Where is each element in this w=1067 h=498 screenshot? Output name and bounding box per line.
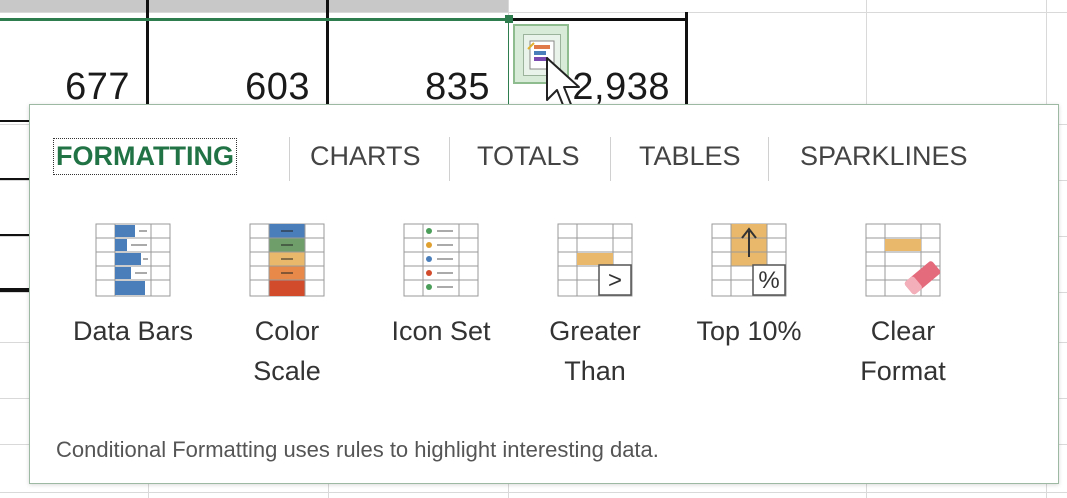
cell-value[interactable]: 603	[232, 66, 310, 109]
tab-formatting[interactable]: FORMATTING	[53, 138, 237, 175]
data-bars-button[interactable]: Data Bars	[58, 223, 208, 351]
clear-format-icon	[865, 223, 941, 297]
greater-than-label: Greater Than	[549, 316, 641, 386]
selection-border	[0, 18, 510, 21]
tab-totals[interactable]: TOTALS	[477, 141, 580, 172]
greater-than-icon: >	[557, 223, 633, 297]
icon-set-label: Icon Set	[391, 316, 491, 346]
data-bars-icon	[95, 223, 171, 297]
data-bars-label: Data Bars	[72, 316, 194, 346]
row-band	[0, 0, 508, 12]
color-scale-label: Color Scale	[253, 316, 321, 386]
clear-format-label: Clear Format	[860, 316, 946, 386]
icon-set-icon	[403, 223, 479, 297]
cell-value[interactable]: 677	[58, 66, 130, 109]
color-scale-button[interactable]: Color Scale	[212, 223, 362, 391]
tab-tables[interactable]: TABLES	[639, 141, 741, 172]
greater-than-badge: >	[607, 267, 622, 294]
percent-badge: %	[758, 267, 780, 294]
clear-format-button[interactable]: Clear Format	[828, 223, 978, 391]
top-10-percent-button[interactable]: % Top 10%	[674, 223, 824, 351]
quick-analysis-panel: FORMATTING CHARTS TOTALS TABLES SPARKLIN…	[29, 104, 1059, 484]
fill-handle[interactable]	[505, 15, 513, 23]
description-text: Conditional Formatting uses rules to hig…	[56, 437, 659, 462]
top-10-percent-label: Top 10%	[696, 316, 802, 346]
icon-set-button[interactable]: Icon Set	[366, 223, 516, 351]
tab-charts[interactable]: CHARTS	[310, 141, 421, 172]
color-scale-icon	[249, 223, 325, 297]
formatting-options: Data Bars Color Scale Icon Set > Greater…	[30, 223, 1060, 403]
cell-value[interactable]: 835	[412, 66, 490, 109]
top-10-percent-icon: %	[711, 223, 787, 297]
tab-sparklines[interactable]: SPARKLINES	[800, 141, 968, 172]
greater-than-button[interactable]: > Greater Than	[520, 223, 670, 391]
